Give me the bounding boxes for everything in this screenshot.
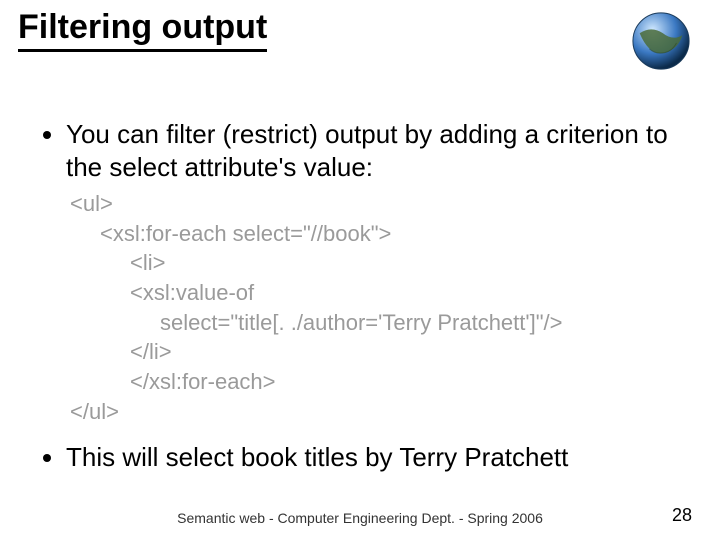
code-line: </xsl:for-each> (70, 367, 680, 397)
bullet-1: You can filter (restrict) output by addi… (66, 118, 680, 183)
globe-icon (630, 10, 692, 72)
code-line: select="title[. ./author='Terry Pratchet… (70, 308, 680, 338)
code-line: <li> (70, 248, 680, 278)
code-line: <xsl:for-each select="//book"> (70, 219, 680, 249)
code-line: <xsl:value-of (70, 278, 680, 308)
slide-body: You can filter (restrict) output by addi… (40, 118, 680, 479)
footer-text: Semantic web - Computer Engineering Dept… (0, 510, 720, 526)
slide: { "title": "Filtering output", "bullets"… (0, 0, 720, 540)
code-line: <ul> (70, 191, 113, 216)
code-line: </ul> (70, 399, 119, 424)
bullet-2: This will select book titles by Terry Pr… (66, 441, 680, 474)
page-number: 28 (672, 505, 692, 526)
code-block: <ul> <xsl:for-each select="//book"> <li>… (70, 189, 680, 427)
code-line: </li> (70, 337, 680, 367)
slide-title: Filtering output (18, 8, 267, 52)
